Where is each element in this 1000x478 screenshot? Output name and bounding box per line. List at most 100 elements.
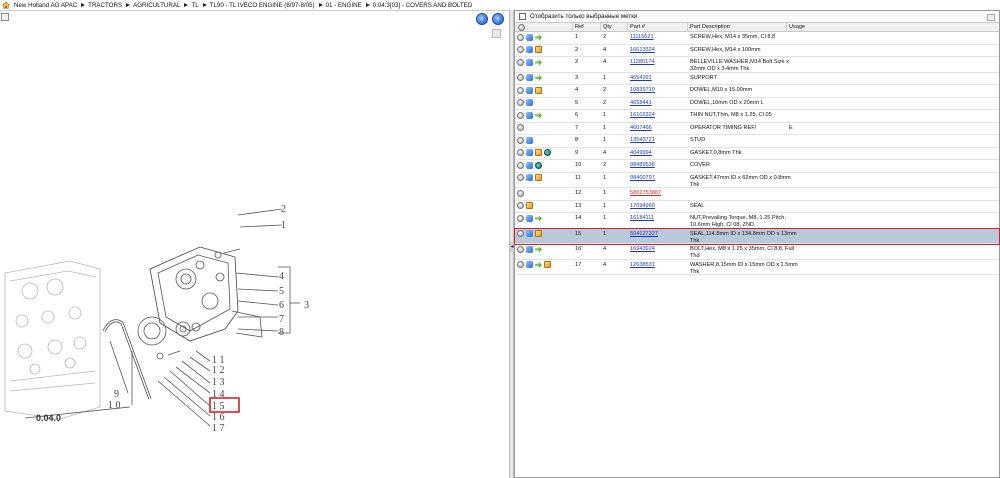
description-cell: NUT,Prevailing Torque, M8, 1.25 Pitch, 10…: [690, 215, 786, 228]
table-row[interactable]: 2 4 11280174 BELLEVILLE WASHER,M14 Bolt Siz…: [515, 57, 999, 73]
info-icon[interactable]: [526, 230, 533, 237]
info-icon[interactable]: [526, 261, 533, 268]
table-row[interactable]: 8 1 13543721 STUD: [515, 135, 999, 148]
table-row[interactable]: 2 4 16613324 SCREW,Hex, M14 x 100mm: [515, 45, 999, 57]
substitute-arrow-icon: [535, 34, 542, 41]
part-number-link[interactable]: 11280174: [630, 59, 654, 66]
breadcrumb-item[interactable]: AGRICULTURAL: [133, 2, 180, 9]
table-row[interactable]: 6 1 16102324 THIN NUT,Thin, M8 x 1.25, Cl 0…: [515, 110, 999, 123]
ref-cell: 2: [575, 59, 579, 65]
breadcrumb-item[interactable]: TL: [191, 2, 198, 9]
table-row[interactable]: 4 2 10839710 DOWEL,M10 x 15.00mm: [515, 85, 999, 98]
column-header[interactable]: Part #: [630, 24, 645, 31]
table-row[interactable]: 12 1 5802753887: [515, 188, 999, 201]
add-to-list-icon[interactable]: [517, 245, 524, 253]
part-number-link[interactable]: 4658441: [630, 100, 652, 107]
info-icon[interactable]: [526, 161, 533, 169]
info-icon[interactable]: [526, 46, 533, 53]
qty-cell: 4: [603, 149, 607, 156]
panel-options-icon[interactable]: [987, 14, 995, 21]
table-row[interactable]: 10 2 98489536 COVER: [515, 160, 999, 173]
add-to-list-icon[interactable]: [517, 261, 524, 268]
part-number-link[interactable]: 16943924: [630, 246, 655, 253]
show-selected-checkbox[interactable]: [519, 13, 526, 20]
add-to-list-icon[interactable]: [517, 99, 524, 106]
part-number-link[interactable]: 11115621: [630, 34, 654, 41]
part-number-link[interactable]: 98489536: [630, 162, 655, 169]
table-row[interactable]: 11 1 98400797 GASKET,47mm ID x 62mm OD x 0.…: [515, 173, 999, 188]
info-icon[interactable]: [526, 136, 533, 144]
info-icon[interactable]: [526, 214, 533, 222]
info-icon[interactable]: [526, 149, 533, 156]
add-to-list-icon[interactable]: [517, 161, 524, 169]
part-number-link[interactable]: 4049994: [630, 150, 652, 157]
qty-cell: 1: [603, 174, 607, 181]
expand-all-icon[interactable]: [518, 24, 525, 31]
part-number-link[interactable]: 5802753887: [630, 190, 661, 197]
info-icon[interactable]: [526, 245, 533, 253]
callout-15[interactable]: 1 5: [212, 401, 225, 412]
table-row[interactable]: 9 4 4049994 GASKET,0.8mm Thk: [515, 148, 999, 160]
add-to-list-icon[interactable]: [517, 46, 524, 53]
table-row[interactable]: 16 4 16943924 BOLT,Hex, M8 x 1.25 x 35mm, C…: [515, 244, 999, 260]
substitute-arrow-icon: [535, 112, 542, 119]
table-row[interactable]: 1 2 11115621 SCREW,Hex, M14 x 35mm, Cl 8.8: [515, 32, 999, 45]
column-header[interactable]: Qty: [603, 24, 612, 31]
add-to-list-icon[interactable]: [517, 202, 524, 209]
add-to-list-icon[interactable]: [517, 136, 524, 144]
breadcrumb-item[interactable]: New Holland AG APAC: [14, 2, 77, 9]
breadcrumb-item[interactable]: TRACTORS: [88, 2, 122, 9]
kit-icon: [535, 161, 542, 169]
table-row[interactable]: 17 4 12638531 WASHER,8.15mm ID x 15mm OD x …: [515, 260, 999, 275]
qty-cell: 1: [603, 124, 607, 131]
add-to-list-icon[interactable]: [517, 174, 524, 181]
part-number-link[interactable]: 12638531: [630, 262, 655, 269]
add-to-list-icon[interactable]: [517, 230, 524, 237]
part-number-link[interactable]: 16102324: [630, 112, 655, 119]
part-number-link[interactable]: 16613324: [630, 47, 655, 54]
table-row[interactable]: 14 1 16184111 NUT,Prevailing Torque, M8, 1.…: [515, 213, 999, 229]
info-icon[interactable]: [526, 86, 533, 94]
part-number-link[interactable]: 10839710: [630, 87, 655, 94]
home-icon[interactable]: [2, 1, 10, 9]
info-icon[interactable]: [526, 33, 533, 41]
add-to-list-icon[interactable]: [517, 149, 524, 156]
column-header[interactable]: Part Description: [690, 24, 730, 31]
part-number-link[interactable]: 13543721: [630, 137, 655, 144]
info-icon[interactable]: [526, 74, 533, 81]
info-icon[interactable]: [526, 111, 533, 119]
breadcrumb-item[interactable]: TL90 - TL IVECO ENGINE (8/97-8/05): [210, 2, 315, 9]
table-row[interactable]: 13 1 17094960 SEAL: [515, 201, 999, 213]
add-to-list-icon[interactable]: [517, 214, 524, 222]
add-to-list-icon[interactable]: [517, 111, 524, 119]
info-icon[interactable]: [526, 174, 533, 181]
add-to-list-icon[interactable]: [517, 124, 524, 131]
add-to-list-icon[interactable]: [517, 74, 524, 81]
info-icon[interactable]: [526, 58, 533, 66]
ref-cell: 9: [575, 149, 579, 156]
table-row[interactable]: 5 2 4658441 DOWEL,10mm OD x 20mm L: [515, 98, 999, 110]
part-number-link[interactable]: 504127327: [630, 231, 658, 238]
table-row[interactable]: 7 1 4607466 OPERATOR TIMING REF/E: [515, 123, 999, 135]
qty-cell: 1: [603, 112, 607, 118]
package-icon: [526, 202, 533, 209]
breadcrumb-separator-icon: [202, 2, 207, 7]
breadcrumb-item[interactable]: 0.04.3[03] - COVERS AND BOLTED: [373, 2, 473, 9]
part-number-link[interactable]: 98400797: [630, 175, 655, 182]
breadcrumb-item[interactable]: 01 - ENGINE: [326, 2, 362, 9]
part-number-link[interactable]: 4607466: [630, 125, 652, 132]
table-row[interactable]: 15 1 504127327 SEAL,114.8mm ID x 134.8mm OD…: [515, 228, 999, 244]
part-number-link[interactable]: 4654391: [630, 75, 652, 82]
table-row[interactable]: 3 1 4654391 SUPPORT: [515, 73, 999, 85]
add-to-list-icon[interactable]: [517, 58, 524, 66]
column-header[interactable]: Usage: [789, 24, 805, 31]
part-number-link[interactable]: 17094960: [630, 203, 655, 210]
column-header[interactable]: Ref: [575, 24, 584, 31]
breadcrumb-separator-icon: [365, 2, 370, 7]
part-number-link[interactable]: 16184111: [630, 215, 654, 222]
ref-cell: 3: [575, 74, 579, 81]
add-to-list-icon[interactable]: [517, 33, 524, 41]
add-to-list-icon[interactable]: [517, 86, 524, 94]
add-to-list-icon[interactable]: [517, 189, 524, 197]
info-icon[interactable]: [526, 99, 533, 106]
